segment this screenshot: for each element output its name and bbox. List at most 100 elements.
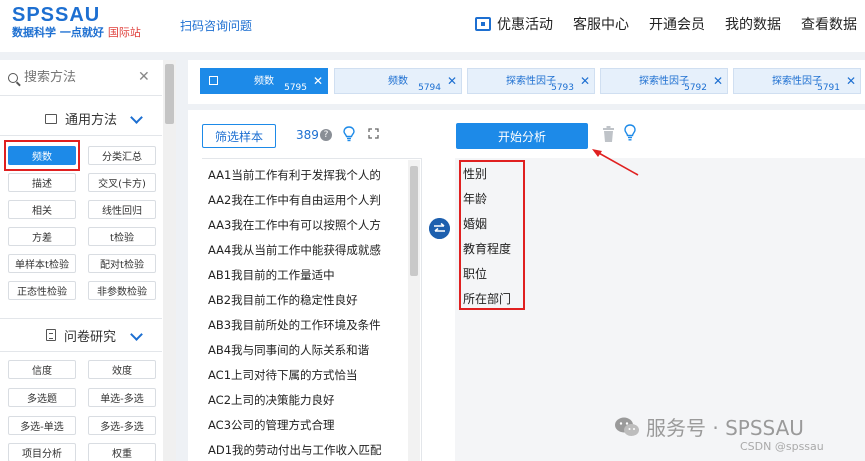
- tab-label: 频数: [388, 76, 408, 87]
- highlight-box-frequency: [4, 140, 80, 171]
- nav-my-data[interactable]: 我的数据: [725, 14, 781, 34]
- search-icon: [8, 72, 18, 83]
- tab-frequency-5794[interactable]: 频数 5794 ✕: [334, 68, 462, 94]
- section-general[interactable]: 通用方法: [0, 102, 162, 136]
- watermark: 服务号 · SPSSAU: [614, 412, 804, 441]
- ticket-icon: [475, 17, 491, 31]
- wechat-icon: [615, 417, 639, 436]
- lightbulb-icon[interactable]: [624, 124, 636, 142]
- tab-label: 探索性因子: [772, 76, 822, 87]
- tab-label: 探索性因子: [639, 76, 689, 87]
- list-item[interactable]: AD1我的劳动付出与工作收入匹配: [208, 442, 382, 458]
- trash-icon[interactable]: [602, 126, 615, 142]
- close-icon[interactable]: ✕: [313, 74, 323, 88]
- method-group-summary[interactable]: 分类汇总: [88, 146, 156, 165]
- selected-var-item[interactable]: 所在部门: [463, 290, 511, 307]
- slogan-text: 数据科学 一点就好: [12, 26, 104, 39]
- list-item[interactable]: AA3我在工作中有可以按照个人方: [208, 217, 381, 233]
- logo[interactable]: SPSSAU 数据科学 一点就好 国际站: [12, 4, 141, 40]
- close-icon[interactable]: ✕: [846, 74, 856, 88]
- logo-slogan: 数据科学 一点就好 国际站: [12, 26, 141, 40]
- top-header: SPSSAU 数据科学 一点就好 国际站 扫码咨询问题 优惠活动 客服中心 开通会…: [0, 0, 865, 52]
- method-descriptive[interactable]: 描述: [8, 173, 76, 192]
- list-item[interactable]: AB3我目前所处的工作环境及条件: [208, 317, 381, 333]
- tab-number: 5793: [551, 83, 574, 93]
- method-multi-single[interactable]: 多选-单选: [8, 416, 76, 435]
- method-multi-choice[interactable]: 多选题: [8, 388, 76, 407]
- app-root: SPSSAU 数据科学 一点就好 国际站 扫码咨询问题 优惠活动 客服中心 开通会…: [0, 0, 865, 461]
- list-item[interactable]: AC1上司对待下属的方式恰当: [208, 367, 358, 383]
- chevron-down-icon: [130, 111, 143, 124]
- selected-var-item[interactable]: 性别: [463, 165, 487, 182]
- tab-label: 频数: [254, 76, 274, 87]
- swap-arrows-icon[interactable]: [429, 218, 450, 239]
- logo-text: SPSSAU: [12, 4, 101, 26]
- tab-frequency-5795[interactable]: 频数 5795 ✕: [200, 68, 328, 94]
- top-nav: 优惠活动 客服中心 开通会员 我的数据 查看数据: [475, 14, 857, 34]
- variable-list-scroll-thumb[interactable]: [410, 166, 418, 276]
- highlight-box-selected: [459, 160, 525, 310]
- section-title: 通用方法: [64, 113, 117, 128]
- nav-membership[interactable]: 开通会员: [649, 14, 705, 34]
- nav-support[interactable]: 客服中心: [573, 14, 629, 34]
- method-anova[interactable]: 方差: [8, 227, 76, 246]
- sample-count: 389: [296, 128, 319, 142]
- list-item[interactable]: AA2我在工作中有自由运用个人判: [208, 192, 381, 208]
- list-item[interactable]: AA4我从当前工作中能获得成就感: [208, 242, 381, 258]
- method-normality[interactable]: 正态性检验: [8, 281, 76, 300]
- tab-efa-5792[interactable]: 探索性因子 5792 ✕: [600, 68, 728, 94]
- selected-var-item[interactable]: 教育程度: [463, 240, 511, 257]
- method-correlation[interactable]: 相关: [8, 200, 76, 219]
- variable-list: AA1当前工作有利于发挥我个人的 AA2我在工作中有自由运用个人判 AA3我在工…: [202, 158, 422, 461]
- chevron-down-icon: [130, 328, 143, 341]
- nav-label: 优惠活动: [497, 17, 553, 33]
- analysis-tabbar: 频数 5795 ✕ 频数 5794 ✕ 探索性因子 5793 ✕ 探索性因子 5…: [188, 60, 865, 104]
- method-weight[interactable]: 权重: [88, 443, 156, 461]
- method-t-test[interactable]: t检验: [88, 227, 156, 246]
- selected-var-item[interactable]: 职位: [463, 265, 487, 282]
- folder-icon: [44, 113, 57, 124]
- help-icon[interactable]: ?: [320, 129, 332, 141]
- tab-label: 探索性因子: [506, 76, 556, 87]
- close-icon[interactable]: ✕: [713, 74, 723, 88]
- nav-view-data[interactable]: 查看数据: [801, 14, 857, 34]
- list-item[interactable]: AC3公司的管理方式合理: [208, 417, 335, 433]
- selected-var-item[interactable]: 年龄: [463, 190, 487, 207]
- method-linear-regression[interactable]: 线性回归: [88, 200, 156, 219]
- list-item[interactable]: AB4我与同事间的人际关系和谐: [208, 342, 369, 358]
- section-questionnaire[interactable]: 问卷研究: [0, 318, 162, 352]
- lightbulb-icon[interactable]: [343, 126, 355, 142]
- close-icon[interactable]: ✕: [447, 74, 457, 88]
- list-item[interactable]: AC2上司的决策能力良好: [208, 392, 335, 408]
- close-icon[interactable]: ✕: [580, 74, 590, 88]
- method-crosstab[interactable]: 交叉(卡方): [88, 173, 156, 192]
- tab-efa-5793[interactable]: 探索性因子 5793 ✕: [467, 68, 595, 94]
- tab-number: 5792: [684, 83, 707, 93]
- method-item-analysis[interactable]: 项目分析: [8, 443, 76, 461]
- scan-consult-link[interactable]: 扫码咨询问题: [180, 17, 252, 34]
- tab-efa-5791[interactable]: 探索性因子 5791 ✕: [733, 68, 861, 94]
- method-paired-t[interactable]: 配对t检验: [88, 254, 156, 273]
- method-validity[interactable]: 效度: [88, 360, 156, 379]
- method-sidebar: ✕ 通用方法 频数 分类汇总 描述 交叉(卡方) 相关 线性回归 方差 t检验 …: [0, 60, 176, 461]
- csdn-watermark: CSDN @spssau: [740, 440, 824, 453]
- method-multi-multi[interactable]: 多选-多选: [88, 416, 156, 435]
- intl-link[interactable]: 国际站: [108, 26, 141, 39]
- close-icon[interactable]: ✕: [138, 69, 150, 85]
- selected-var-item[interactable]: 婚姻: [463, 215, 487, 232]
- filter-sample-button[interactable]: 筛选样本: [202, 124, 276, 148]
- method-single-multi[interactable]: 单选-多选: [88, 388, 156, 407]
- method-nonparametric[interactable]: 非参数检验: [88, 281, 156, 300]
- list-item[interactable]: AA1当前工作有利于发挥我个人的: [208, 167, 381, 183]
- start-analysis-button[interactable]: 开始分析: [456, 123, 588, 149]
- list-item[interactable]: AB2我目前工作的稳定性良好: [208, 292, 358, 308]
- expand-icon[interactable]: [368, 128, 379, 139]
- tab-number: 5794: [418, 83, 441, 93]
- method-one-sample-t[interactable]: 单样本t检验: [8, 254, 76, 273]
- list-item[interactable]: AB1我目前的工作量适中: [208, 267, 335, 283]
- method-reliability[interactable]: 信度: [8, 360, 76, 379]
- nav-promotions[interactable]: 优惠活动: [475, 14, 553, 34]
- sidebar-scroll-thumb[interactable]: [165, 64, 174, 124]
- search-input[interactable]: [24, 70, 134, 85]
- annotation-arrow-icon: [592, 149, 639, 176]
